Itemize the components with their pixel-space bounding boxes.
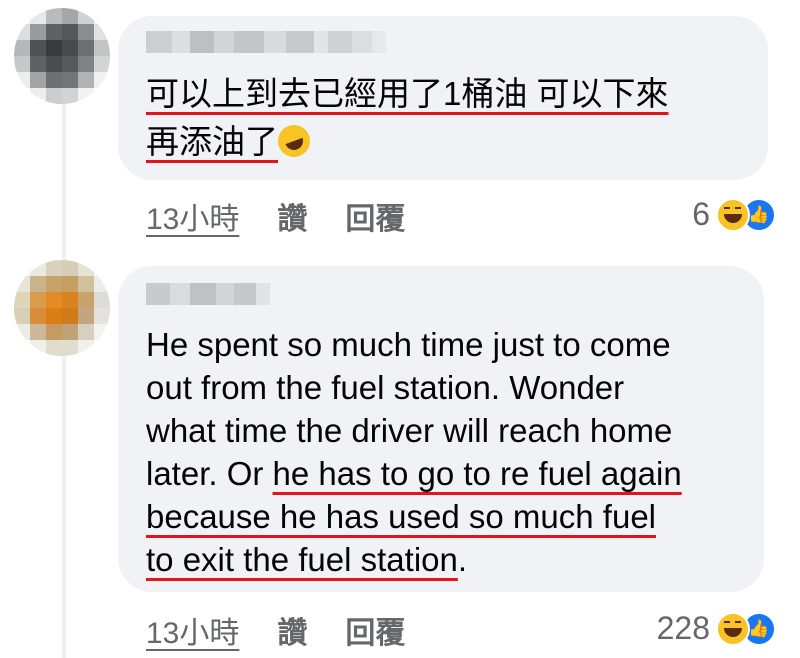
haha-reaction-icon [716,611,750,646]
comment-timestamp[interactable]: 13小時 [146,194,239,238]
comment-text: 可以上到去已經用了1桶油 可以下來 [146,73,669,115]
comment-timestamp[interactable]: 13小時 [146,608,239,652]
comment-text-line: to exit the fuel station. [146,541,468,578]
comment-text-line: because he has used so much fuel [146,496,656,538]
comment-text-line: out from the fuel station. Wonder [146,369,625,406]
rolling-on-floor-laughing-emoji-icon [273,120,315,162]
highlighted-text: to exit the fuel station [146,541,458,578]
avatar[interactable] [14,260,110,356]
reply-button[interactable]: 回覆 [345,608,405,652]
reaction-count: 6 [692,196,710,232]
haha-reaction-icon [716,197,750,232]
reply-button[interactable]: 回覆 [345,194,405,238]
comment-text-line: later. Or he has to go to re fuel again [146,455,682,492]
commenter-name-redacted[interactable] [146,283,270,305]
like-button[interactable]: 讚 [277,608,307,652]
comment-meta: 13小時 讚 回覆 [146,608,405,652]
comment-text-line: 再添油了 [146,120,315,162]
reaction-summary[interactable]: 6 👍 [692,196,776,233]
reaction-summary[interactable]: 228 👍 [657,610,776,647]
like-button[interactable]: 讚 [277,194,307,238]
comment-text-line: 可以上到去已經用了1桶油 可以下來 [146,75,669,112]
comment-text: 再添油了 [146,120,315,163]
highlighted-text: because he has used so much fuel [146,498,657,535]
highlighted-text: he has to go to re fuel again [272,455,682,492]
commenter-name-redacted[interactable] [146,31,386,53]
reply-thread-line [62,92,66,658]
comment-text-line: what time the driver will reach home [146,412,673,449]
avatar[interactable] [14,8,110,104]
comment-text-line: He spent so much time just to come [146,326,671,363]
comment-meta: 13小時 讚 回覆 [146,194,405,238]
reaction-count: 228 [656,610,710,646]
